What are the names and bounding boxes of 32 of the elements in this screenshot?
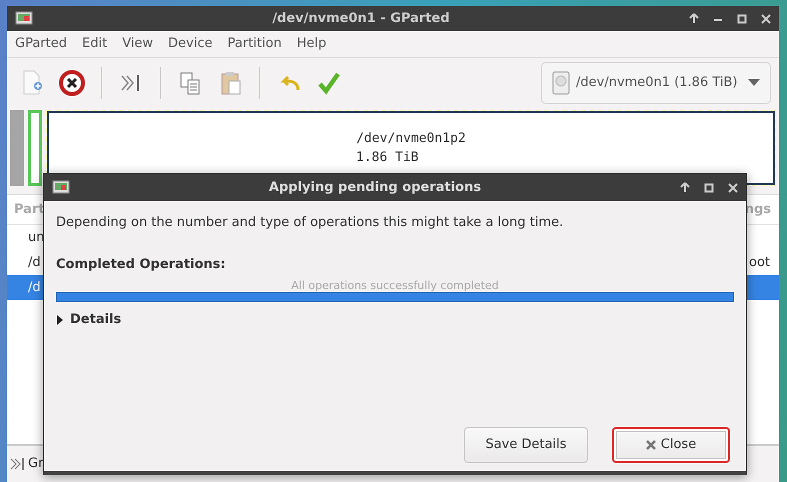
delete-icon[interactable] [57, 68, 87, 98]
close-icon[interactable] [761, 14, 771, 24]
menu-item[interactable]: Edit [82, 34, 108, 54]
resize-icon [10, 457, 24, 471]
progress-text: All operations successfully completed [291, 279, 499, 292]
save-button[interactable]: Save Details [464, 427, 588, 463]
partition-size: 1.86 TiB [356, 149, 419, 167]
pin-icon[interactable] [680, 182, 690, 193]
close-button[interactable]: Close [612, 427, 730, 463]
expander-icon [56, 314, 64, 325]
maximize-icon[interactable] [704, 182, 714, 192]
app-icon [15, 11, 33, 26]
status-text: Gr [28, 455, 44, 474]
close-icon[interactable] [728, 182, 738, 192]
menu-item[interactable]: GParted [15, 34, 67, 54]
close-icon [646, 440, 656, 450]
app-icon [52, 180, 70, 194]
window-title: /dev/nvme0n1 - GParted [271, 10, 451, 28]
partition-name: /dev/nvme0n1p2 [356, 130, 466, 148]
pin-icon[interactable] [689, 12, 699, 24]
menu-item[interactable]: View [122, 34, 154, 54]
dropdown-caret-icon[interactable] [748, 79, 760, 87]
menu-item[interactable]: Device [168, 34, 213, 54]
details-expander[interactable]: Details [56, 310, 122, 330]
table-cell-text: /d [28, 278, 41, 297]
maximize-icon[interactable] [737, 14, 747, 24]
message-text: Depending on the number and type of operations this might take a long time. [56, 214, 564, 232]
section-heading: Completed Operations: [56, 256, 227, 274]
partition-block[interactable] [28, 110, 42, 186]
menu-item[interactable]: Partition [228, 34, 282, 54]
device-selector[interactable]: /dev/nvme0n1 (1.86 TiB) [541, 62, 771, 104]
menu-item[interactable]: Help [296, 34, 326, 54]
